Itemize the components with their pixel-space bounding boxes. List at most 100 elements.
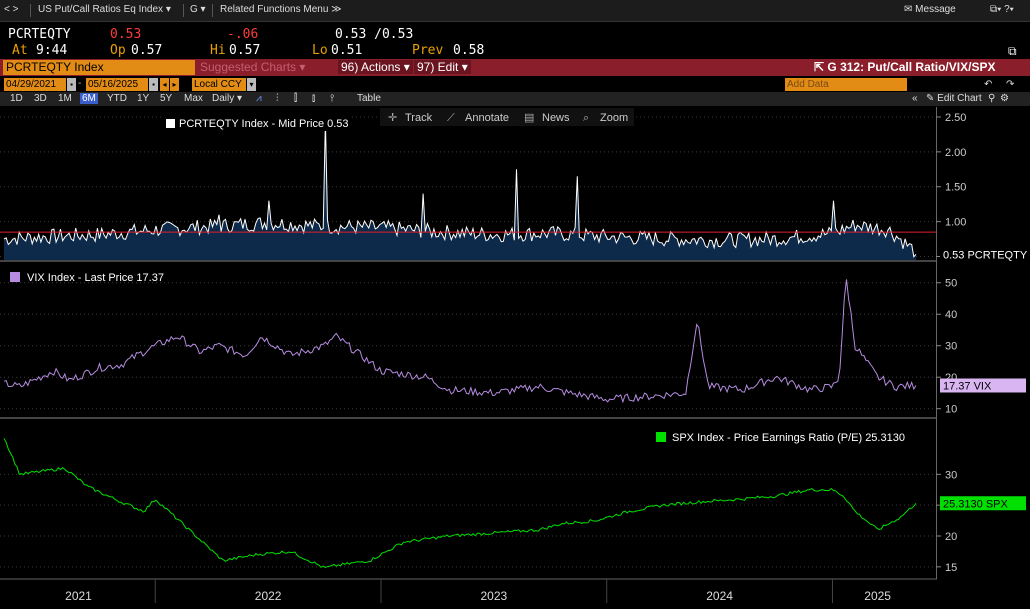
high-label: Hi: [210, 43, 226, 58]
function-bar: PCRTEQTY Index Suggested Charts ▾ 96) Ac…: [0, 59, 1030, 76]
annotate-icon: ⟋: [447, 112, 455, 124]
pcr-legend-swatch: [166, 119, 175, 128]
y-tick-label: 30: [945, 469, 957, 481]
at-label: At: [12, 43, 28, 58]
frequency-select[interactable]: Daily ▾: [212, 93, 242, 104]
g-menu-dropdown[interactable]: G ▾: [190, 4, 206, 15]
spx-legend-swatch: [656, 432, 666, 442]
security-title: US Put/Call Ratios Eq Index: [38, 4, 164, 15]
actions-menu[interactable]: 96) Actions ▾: [338, 60, 413, 74]
y-tick-label: 2.50: [945, 112, 966, 124]
security-title-dropdown[interactable]: US Put/Call Ratios Eq Index ▾: [38, 4, 171, 15]
news-icon: ▤: [524, 112, 534, 124]
panel-divider: [0, 417, 937, 419]
open-label: Op: [110, 43, 126, 58]
divider: [30, 4, 31, 17]
message-label: Message: [915, 4, 956, 15]
y-tick-label: 1.50: [945, 182, 966, 194]
range-5y[interactable]: 5Y: [160, 93, 172, 104]
envelope-icon: ✉: [904, 4, 913, 15]
date-bar: 04/29/2021 ▪ - 05/16/2025 ▪ ◂ ▸ Local CC…: [0, 78, 1030, 92]
y-tick-label: 40: [945, 309, 957, 321]
divider: [212, 4, 213, 17]
bar-chart-icon[interactable]: ⫶: [276, 93, 279, 104]
window-menu-icon[interactable]: ⧉▾ ?▾: [990, 4, 1014, 15]
popout-icon[interactable]: ⧉: [1008, 44, 1017, 59]
range-6m[interactable]: 6M: [80, 93, 98, 104]
y-tick-label: 1.00: [945, 217, 966, 229]
low-value: 0.51: [331, 43, 363, 58]
message-button[interactable]: ✉ Message: [904, 4, 956, 15]
g-menu-label: G: [190, 4, 198, 15]
chevron-down-icon[interactable]: ▾: [247, 78, 256, 91]
start-date-input[interactable]: 04/29/2021: [4, 78, 66, 91]
range-1d[interactable]: 1D: [10, 93, 23, 104]
chart-canvas[interactable]: 2.502.001.501.000.500.53 PCRTEQTY5040302…: [0, 107, 1030, 609]
pin-icon[interactable]: ⚲: [988, 93, 995, 104]
table-button[interactable]: Table: [357, 93, 381, 104]
chart-toolbar: ✛ Track ⟋ Annotate ▤ News ⌕ Zoom: [380, 108, 634, 126]
double-chevron-left-icon[interactable]: «: [912, 93, 918, 104]
zoom-icon: ⌕: [583, 112, 589, 124]
year-label: 2025: [864, 589, 891, 603]
prev-label: Prev: [412, 43, 444, 58]
window-top-bar: < > US Put/Call Ratios Eq Index ▾ G ▾ Re…: [0, 0, 1030, 22]
y-tick-label: 2.00: [945, 147, 966, 159]
chart-title: ⇱ G 312: Put/Call Ratio/VIX/SPX: [814, 60, 995, 74]
end-date-calendar-icon[interactable]: ▪: [149, 78, 158, 91]
y-tick-label: 50: [945, 278, 957, 290]
price-change: -.06: [227, 27, 259, 42]
spx-legend: SPX Index - Price Earnings Ratio (P/E) 2…: [672, 432, 905, 444]
y-tick-label: 15: [945, 562, 957, 574]
last-price: 0.53: [110, 27, 142, 42]
ohlc-chart-icon[interactable]: ⫾: [312, 93, 315, 104]
related-functions-menu[interactable]: Related Functions Menu ≫: [220, 4, 342, 15]
panel-divider: [0, 260, 937, 262]
add-data-input[interactable]: Add Data: [785, 78, 907, 91]
range-ytd[interactable]: YTD: [107, 93, 127, 104]
last-value-label: 25.3130 SPX: [943, 498, 1008, 510]
high-value: 0.57: [229, 43, 261, 58]
year-label: 2024: [706, 589, 733, 603]
end-date-input[interactable]: 05/16/2025: [86, 78, 148, 91]
export-icon[interactable]: ⇱: [814, 60, 824, 74]
year-label: 2023: [481, 589, 508, 603]
line-chart-icon[interactable]: ⩘: [256, 93, 262, 104]
suggested-charts-label: Suggested Charts: [200, 60, 297, 74]
start-date-calendar-icon[interactable]: ▪: [67, 78, 76, 91]
open-value: 0.57: [131, 43, 163, 58]
edit-menu[interactable]: 97) Edit ▾: [414, 60, 471, 74]
zoom-button[interactable]: Zoom: [600, 112, 628, 124]
last-value-label: 17.37 VIX: [943, 380, 992, 392]
annotate-button[interactable]: Annotate: [465, 112, 509, 124]
hl-chart-icon[interactable]: ⫯: [330, 93, 334, 104]
candle-chart-icon[interactable]: ⫿: [294, 93, 297, 104]
suggested-charts-button[interactable]: Suggested Charts ▾: [200, 60, 305, 74]
track-button[interactable]: Track: [405, 112, 433, 124]
currency-select[interactable]: Local CCY: [192, 78, 246, 91]
track-icon: ✛: [388, 112, 397, 124]
edit-chart-button[interactable]: ✎ Edit Chart: [926, 93, 982, 104]
range-max[interactable]: Max: [184, 93, 203, 104]
range-1m[interactable]: 1M: [58, 93, 72, 104]
prev-value: 0.58: [453, 43, 485, 58]
range-bar: 1D 3D 1M 6M YTD 1Y 5Y Max Daily ▾ ⩘ ⫶ ⫿ …: [0, 79, 1030, 106]
arrow-left-icon[interactable]: ◂: [160, 78, 169, 91]
vix-legend-swatch: [10, 272, 20, 282]
range-3d[interactable]: 3D: [34, 93, 47, 104]
edit-chart-label: Edit Chart: [937, 93, 982, 104]
settings-icon[interactable]: ⚙: [1000, 93, 1009, 104]
redo-icon[interactable]: ↷: [1006, 79, 1014, 90]
undo-icon[interactable]: ↶: [984, 79, 992, 90]
news-button[interactable]: News: [542, 112, 570, 124]
arrow-right-icon[interactable]: ▸: [170, 78, 179, 91]
y-tick-label: 10: [945, 404, 957, 416]
right-axes: 2.502.001.501.000.500.53 PCRTEQTY5040302…: [936, 112, 1028, 574]
year-label: 2022: [255, 589, 282, 603]
year-axis: 2021 2022 2023 2024 2025: [0, 578, 937, 603]
range-1y[interactable]: 1Y: [137, 93, 149, 104]
bid-ask: 0.53 /0.53: [335, 27, 414, 42]
back-forward-arrows[interactable]: < >: [4, 4, 18, 15]
security-input[interactable]: PCRTEQTY Index: [3, 60, 195, 75]
last-value-label: 0.53 PCRTEQTY: [943, 249, 1028, 261]
